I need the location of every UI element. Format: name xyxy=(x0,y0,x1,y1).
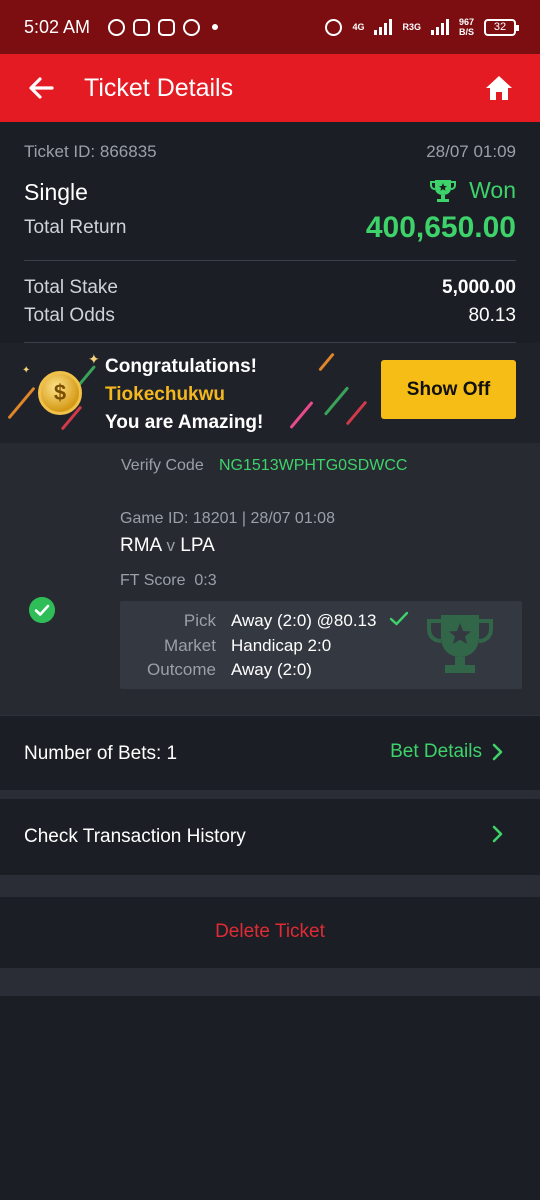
checkmark-icon xyxy=(390,611,409,626)
verify-code-label: Verify Code xyxy=(121,457,204,474)
show-off-button[interactable]: Show Off xyxy=(381,360,516,419)
bet-details-label: Bet Details xyxy=(390,741,482,762)
match-teams: RMA v LPA xyxy=(120,535,215,557)
status-bar: 5:02 AM 4G R3G 967 B/S 32 xyxy=(0,0,540,54)
ft-score: 0:3 xyxy=(194,572,217,589)
bet-type: Single xyxy=(24,179,88,205)
chevron-right-icon xyxy=(492,743,503,761)
congrats-message: You are Amazing! xyxy=(105,412,264,433)
notification-app-icon xyxy=(158,18,176,36)
confetti-streak xyxy=(345,400,368,426)
confetti-streak xyxy=(289,401,314,429)
market-label: Market xyxy=(164,636,216,655)
total-odds-label: Total Odds xyxy=(24,305,115,326)
ticket-date: 28/07 01:09 xyxy=(426,142,516,161)
verify-code-row: Verify Code NG1513WPHTG0SDWCC xyxy=(0,443,540,487)
status-badge: Won xyxy=(429,177,516,204)
game-card: Game ID: 18201 | 28/07 01:08 RMA v LPA F… xyxy=(0,487,540,715)
section-gap xyxy=(0,790,540,799)
congrats-title: Congratulations! xyxy=(105,356,257,377)
alarm-icon xyxy=(325,18,343,36)
username: Tiokechukwu xyxy=(105,384,226,405)
instagram-icon xyxy=(133,18,151,36)
total-return: 400,650.00 xyxy=(365,211,516,244)
transaction-history-label: Check Transaction History xyxy=(24,826,246,847)
pick-label: Pick xyxy=(183,611,216,630)
total-stake-label: Total Stake xyxy=(24,277,118,298)
delete-ticket-button[interactable]: Delete Ticket xyxy=(0,921,540,943)
page-title: Ticket Details xyxy=(84,73,234,102)
outcome-value: Away (2:0) xyxy=(231,660,312,679)
verify-code[interactable]: NG1513WPHTG0SDWCC xyxy=(219,457,407,475)
sparkle-icon: ✦ xyxy=(88,351,100,367)
chevron-right-icon xyxy=(492,825,503,843)
signal-bars-icon-2 xyxy=(430,19,449,35)
bets-row: Number of Bets: 1 Bet Details xyxy=(0,715,540,790)
status-time: 5:02 AM xyxy=(24,16,91,37)
ft-score-label: FT Score xyxy=(120,572,186,589)
whatsapp-icon xyxy=(108,18,126,36)
delete-ticket-row: Delete Ticket xyxy=(0,897,540,968)
signal-bars-icon xyxy=(374,19,393,35)
viber-icon xyxy=(183,18,201,36)
status-text: Won xyxy=(469,177,516,203)
app-header: Ticket Details xyxy=(0,54,540,122)
network-label-1: 4G xyxy=(352,21,365,32)
section-gap xyxy=(0,875,540,897)
ticket-id: Ticket ID: 866835 xyxy=(24,142,157,161)
speed-unit: B/S xyxy=(458,27,474,37)
divider xyxy=(24,260,516,261)
congratulations-banner: ✦ ✦ $ Congratulations! Tiokechukwu You a… xyxy=(0,343,540,443)
outcome-label: Outcome xyxy=(147,660,216,679)
battery-icon: 32 xyxy=(484,18,519,36)
total-return-label: Total Return xyxy=(24,217,127,238)
ft-score-row: FT Score 0:3 xyxy=(120,572,217,590)
data-speed: 967 B/S xyxy=(459,17,474,37)
pick-details: Pick Away (2:0) @80.13 Market Handicap 2… xyxy=(120,601,522,689)
bet-details-link[interactable]: Bet Details xyxy=(390,741,504,763)
number-of-bets: Number of Bets: 1 xyxy=(24,743,178,764)
home-team: RMA xyxy=(120,535,162,556)
market-value: Handicap 2:0 xyxy=(231,636,332,655)
game-info: Game ID: 18201 | 28/07 01:08 xyxy=(120,510,335,527)
home-icon[interactable] xyxy=(484,73,514,103)
coin-icon: $ xyxy=(38,371,82,415)
section-gap xyxy=(0,968,540,996)
total-odds: 80.13 xyxy=(468,305,516,326)
check-circle-icon xyxy=(29,597,55,623)
arrow-left-icon[interactable] xyxy=(28,75,54,101)
transaction-history-row[interactable]: Check Transaction History xyxy=(0,799,540,875)
speed-value: 967 xyxy=(458,17,474,27)
trophy-icon xyxy=(430,179,457,202)
network-label-2: R3G xyxy=(402,21,421,32)
confetti-streak xyxy=(323,386,350,416)
versus-label: v xyxy=(166,536,175,555)
away-team: LPA xyxy=(180,535,215,556)
confetti-streak xyxy=(318,352,335,372)
more-notifications-icon xyxy=(212,24,219,30)
total-stake: 5,000.00 xyxy=(442,277,516,298)
trophy-watermark-icon xyxy=(427,615,493,673)
confetti-streak xyxy=(7,386,36,420)
pick-value: Away (2:0) @80.13 xyxy=(231,611,409,631)
pick-selection: Away (2:0) @80.13 xyxy=(231,611,377,630)
sparkle-icon: ✦ xyxy=(22,365,31,376)
